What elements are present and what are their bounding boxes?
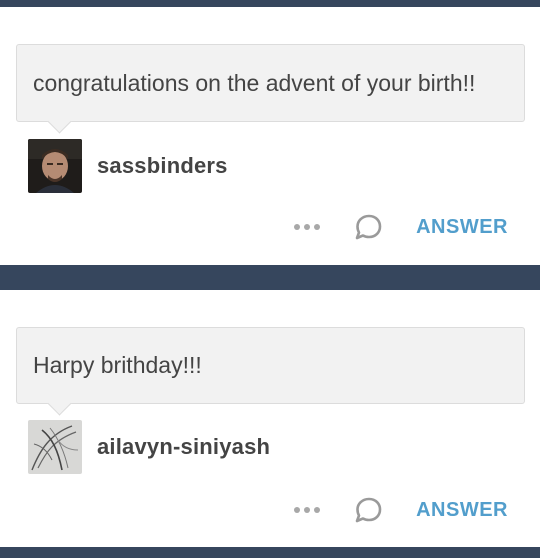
avatar[interactable] — [28, 420, 82, 474]
asker[interactable]: ailavyn-siniyash — [28, 420, 270, 474]
reply-bubble-icon[interactable] — [354, 213, 382, 241]
asker[interactable]: sassbinders — [28, 139, 228, 193]
reply-bubble-icon[interactable] — [354, 496, 382, 524]
ask-card: congratulations on the advent of your bi… — [0, 7, 540, 265]
username[interactable]: sassbinders — [97, 153, 228, 179]
more-dots-icon[interactable] — [294, 507, 321, 513]
more-dots-icon[interactable] — [294, 224, 321, 230]
question-bubble: congratulations on the advent of your bi… — [16, 44, 525, 122]
question-text: congratulations on the advent of your bi… — [33, 69, 476, 96]
ask-actions: ANSWER — [294, 496, 508, 524]
username[interactable]: ailavyn-siniyash — [97, 434, 270, 460]
ask-card: Harpy brithday!!! ailavyn-siniyash ANSWE… — [0, 290, 540, 547]
avatar-sketch-icon — [28, 420, 82, 474]
avatar[interactable] — [28, 139, 82, 193]
bottom-divider — [0, 547, 540, 558]
question-bubble: Harpy brithday!!! — [16, 327, 525, 404]
ask-actions: ANSWER — [294, 213, 508, 241]
avatar-photo-icon — [28, 139, 82, 193]
top-divider — [0, 0, 540, 7]
question-text: Harpy brithday!!! — [33, 352, 202, 378]
card-divider — [0, 265, 540, 290]
answer-button[interactable]: ANSWER — [416, 216, 508, 239]
answer-button[interactable]: ANSWER — [416, 499, 508, 522]
